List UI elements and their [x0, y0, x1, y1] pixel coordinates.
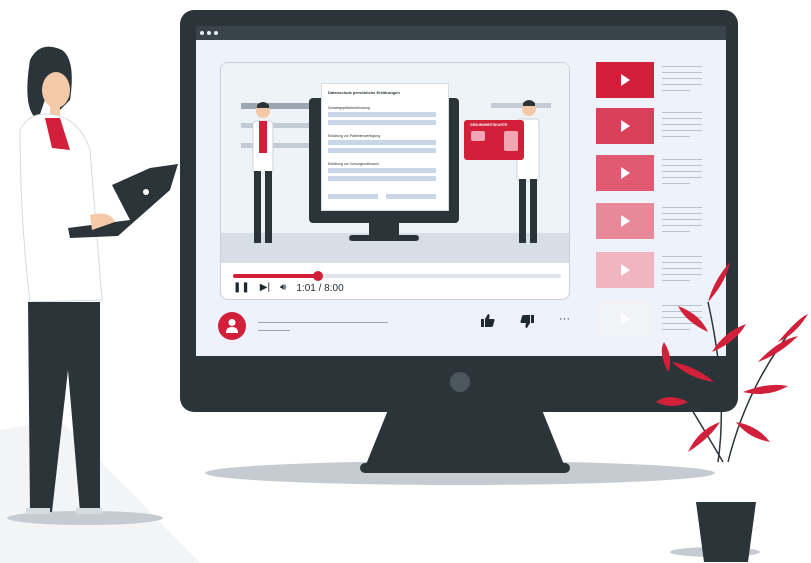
playlist-item-text [662, 225, 702, 226]
playlist-item-text [662, 136, 690, 137]
channel-avatar[interactable] [218, 312, 246, 340]
document-title: Datenschutz persönliche Erklärungen [328, 90, 400, 95]
play-icon [621, 167, 630, 179]
playlist-item-text [662, 118, 702, 119]
video-title-placeholder [258, 322, 388, 323]
document-section-1: Schweigepflichtentbindung [328, 106, 370, 110]
potted-plant [656, 262, 808, 562]
document-section-3: Erklärung zur Vorsorgevollmacht [328, 162, 379, 166]
playlist-item-text [662, 207, 702, 208]
playlist-item-text [662, 165, 702, 166]
player-controls: ❚❚ ▶| 🔊︎ 1:01 / 8:00 [233, 281, 344, 295]
health-card-label: GESUNDHEITSKARTE [470, 123, 508, 127]
form-field [328, 120, 436, 125]
window-controls[interactable] [200, 26, 218, 40]
playlist-thumbnail[interactable] [596, 301, 654, 337]
progress-fill [233, 274, 319, 278]
playlist-item-text [662, 90, 690, 91]
playlist-item-text [662, 84, 702, 85]
play-icon [621, 264, 630, 276]
form-field [328, 112, 436, 117]
playlist-thumbnail[interactable] [596, 155, 654, 191]
form-field [328, 176, 436, 181]
playlist-thumbnail[interactable] [596, 62, 654, 98]
play-icon [621, 313, 630, 325]
power-button[interactable] [450, 372, 470, 392]
document-form: Datenschutz persönliche Erklärungen Schw… [321, 83, 449, 211]
playlist-item-text [662, 213, 702, 214]
playlist-item-text [662, 112, 702, 113]
play-icon [621, 120, 630, 132]
more-options-icon[interactable]: ··· [559, 313, 570, 325]
playlist-item-text [662, 183, 690, 184]
form-field [328, 168, 436, 173]
volume-icon[interactable]: 🔊︎ [280, 281, 286, 295]
play-icon [621, 74, 630, 86]
playlist-item-text [662, 72, 702, 73]
playlist-item-text [662, 159, 702, 160]
time-display: 1:01 / 8:00 [296, 282, 344, 294]
form-field [328, 194, 378, 199]
playlist-thumbnail[interactable] [596, 203, 654, 239]
video-frame[interactable]: GESUNDHEITSKARTE Datenschutz persönliche… [221, 63, 569, 263]
progress-handle[interactable] [313, 271, 324, 281]
playlist-item-text [662, 124, 702, 125]
form-field [328, 140, 436, 145]
illustration-scene: GESUNDHEITSKARTE Datenschutz persönliche… [0, 0, 811, 563]
video-player[interactable]: GESUNDHEITSKARTE Datenschutz persönliche… [220, 62, 570, 300]
channel-name-placeholder [258, 330, 290, 331]
monitor-stand [360, 405, 570, 473]
playlist-item-text [662, 66, 702, 67]
woman-with-laptop [19, 46, 178, 514]
playlist-thumbnail[interactable] [596, 108, 654, 144]
form-field [386, 194, 436, 199]
playlist-item-text [662, 177, 702, 178]
playlist-thumbnail[interactable] [596, 252, 654, 288]
playlist-item-text [662, 78, 702, 79]
skip-next-icon[interactable]: ▶| [260, 281, 270, 295]
playlist-item-text [662, 171, 702, 172]
browser-titlebar [196, 26, 726, 40]
progress-bar[interactable] [233, 271, 561, 281]
playlist-item-text [662, 219, 702, 220]
form-field [328, 148, 436, 153]
pause-icon[interactable]: ❚❚ [233, 281, 250, 295]
playlist-item-text [662, 256, 702, 257]
document-section-2: Erklärung zur Patientenverfügung [328, 134, 381, 138]
thumbs-down-icon[interactable] [520, 315, 534, 328]
play-icon [621, 215, 630, 227]
thumbs-up-icon[interactable] [481, 314, 495, 327]
playlist-item-text [662, 130, 702, 131]
user-icon [226, 319, 238, 333]
playlist-item-text [662, 231, 690, 232]
